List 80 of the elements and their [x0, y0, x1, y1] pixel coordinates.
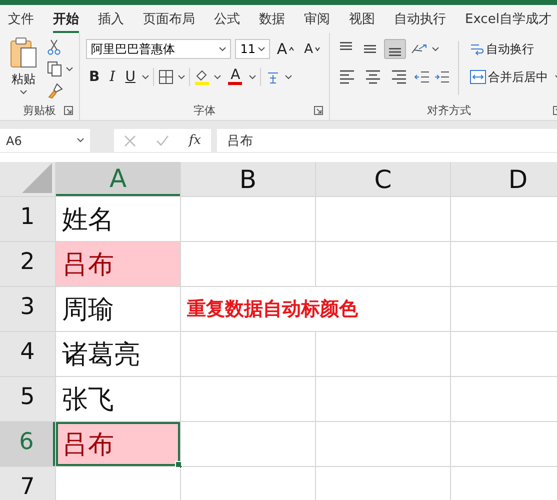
caret-icon[interactable] — [219, 46, 226, 52]
ribbon-tab[interactable]: 审阅 — [304, 6, 330, 32]
insert-function-button[interactable]: fx — [188, 133, 201, 148]
table-cell[interactable]: 吕布 — [56, 242, 180, 286]
caret-icon[interactable] — [77, 138, 84, 143]
check-icon — [156, 135, 169, 146]
table-cell[interactable]: 姓名 — [56, 197, 180, 241]
lines-icon — [365, 69, 381, 85]
scissors-icon[interactable] — [47, 39, 61, 55]
caret-icon[interactable] — [142, 74, 150, 80]
wrap-text-icon — [470, 42, 484, 56]
decrease-font-button[interactable]: A — [301, 40, 323, 58]
merge-cells-icon — [470, 70, 486, 84]
font-name-dropdown[interactable]: 阿里巴巴普惠体 — [86, 39, 232, 59]
ribbon-tab[interactable]: 页面布局 — [143, 6, 195, 32]
font-color-button[interactable]: A — [225, 68, 246, 86]
table-cell[interactable]: 张飞 — [56, 377, 180, 421]
caret-icon[interactable] — [178, 74, 186, 80]
borders-icon[interactable] — [158, 69, 174, 85]
font-size-dropdown[interactable]: 11 — [235, 39, 270, 59]
name-box[interactable]: A6 — [0, 129, 90, 152]
ribbon-tab[interactable]: 公式 — [214, 6, 240, 32]
bold-button[interactable]: B — [86, 69, 103, 85]
caret-icon[interactable] — [249, 74, 256, 80]
column-header[interactable]: A — [56, 162, 180, 196]
merge-center-button[interactable]: 合并后居中 — [467, 68, 551, 86]
table-cell[interactable]: 周瑜 — [56, 287, 180, 331]
clipboard-icon[interactable] — [10, 37, 38, 69]
ribbon-tab[interactable]: 插入 — [98, 6, 124, 32]
italic-button[interactable]: I — [106, 69, 118, 85]
decrease-indent-icon[interactable] — [414, 69, 430, 85]
caret-icon[interactable] — [66, 66, 73, 72]
dialog-launcher-icon[interactable] — [314, 106, 323, 115]
table-cell[interactable]: 诸葛亮 — [56, 332, 180, 376]
increase-font-button[interactable]: A — [274, 39, 298, 59]
lines-icon — [364, 45, 376, 53]
down-caret-icon — [315, 47, 320, 51]
row-header[interactable]: 2 — [0, 242, 55, 286]
underline-button[interactable]: U — [122, 69, 138, 85]
column-header[interactable]: B — [181, 162, 315, 196]
fill-color-icon[interactable] — [194, 68, 210, 86]
group-label: 对齐方式 — [427, 102, 471, 118]
group-label: 字体 — [194, 102, 216, 118]
paste-button[interactable]: 粘贴 — [12, 71, 36, 88]
row-header[interactable]: 5 — [0, 377, 55, 421]
column-header[interactable]: C — [316, 162, 450, 196]
lines-icon — [340, 42, 352, 50]
caret-icon[interactable] — [258, 46, 265, 52]
increase-indent-icon[interactable] — [434, 69, 450, 85]
lines-icon — [339, 69, 355, 85]
ribbon-tab[interactable]: 文件 — [8, 6, 34, 32]
merged-cell[interactable]: 重复数据自动标颜色 — [181, 287, 450, 331]
row-header[interactable]: 1 — [0, 197, 55, 241]
row-header[interactable]: 7 — [0, 467, 55, 500]
lines-icon — [391, 69, 407, 85]
caret-icon[interactable] — [214, 74, 222, 80]
ribbon-tab[interactable]: 数据 — [259, 6, 285, 32]
caret-icon[interactable] — [20, 90, 27, 95]
color-bar-icon — [228, 82, 242, 85]
row-header[interactable]: 6 — [0, 422, 55, 466]
caret-icon[interactable] — [285, 74, 292, 80]
table-cell[interactable]: 吕布 — [56, 422, 180, 466]
paintbrush-icon[interactable] — [47, 83, 63, 99]
lines-icon — [389, 48, 401, 56]
ribbon-tab[interactable]: 视图 — [349, 6, 375, 32]
ribbon-tab[interactable]: Excel自学成才 — [465, 6, 552, 32]
align-bottom-button[interactable] — [384, 39, 406, 59]
caret-icon[interactable] — [432, 46, 439, 52]
copy-icon[interactable] — [47, 61, 63, 77]
row-header[interactable]: 3 — [0, 287, 55, 331]
column-header[interactable]: D — [451, 162, 557, 196]
ribbon-tab[interactable]: 自动执行 — [394, 6, 446, 32]
dialog-launcher-icon[interactable] — [64, 106, 73, 115]
note-text: 重复数据自动标颜色 — [187, 297, 358, 322]
group-label: 剪贴板 — [23, 102, 56, 118]
formula-field[interactable]: 吕布 — [217, 129, 557, 152]
row-header[interactable]: 4 — [0, 332, 55, 376]
wrap-text-button[interactable]: 自动换行 — [467, 40, 537, 58]
up-caret-icon — [289, 47, 294, 51]
cancel-icon — [124, 134, 136, 146]
